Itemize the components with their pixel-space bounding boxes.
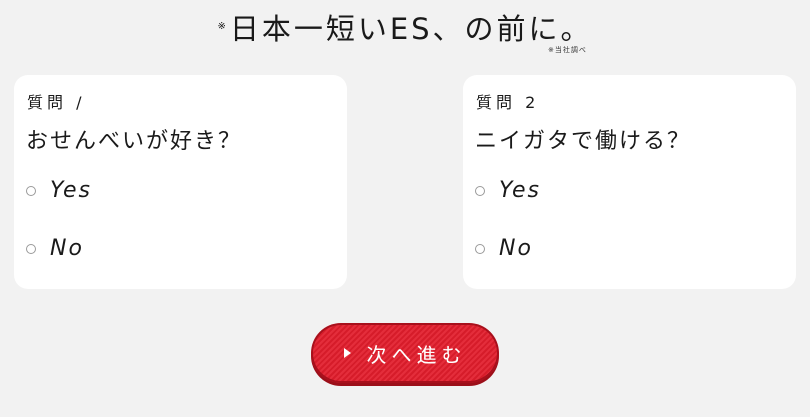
question-card-2: 質問 2 ニイガタで働ける？ Yes No	[463, 75, 796, 289]
play-triangle-icon	[343, 348, 351, 358]
question-text: おせんべいが好き？	[26, 129, 243, 154]
answer-option-no[interactable]: No	[26, 236, 84, 261]
question-label: 質問 2	[476, 93, 540, 112]
radio-button[interactable]	[26, 243, 36, 254]
option-label: Yes	[50, 178, 93, 203]
answer-option-yes[interactable]: Yes	[26, 178, 92, 203]
answer-option-yes[interactable]: Yes	[475, 178, 541, 203]
question-label: 質問 /	[27, 93, 86, 112]
radio-button[interactable]	[26, 185, 36, 196]
page-title: 日本一短いES、の前に。	[229, 12, 593, 46]
answer-option-no[interactable]: No	[475, 236, 533, 261]
survey-note: ※当社調べ	[548, 46, 587, 54]
question-text: ニイガタで働ける？	[475, 129, 692, 154]
option-label: No	[499, 236, 533, 261]
radio-button[interactable]	[475, 185, 485, 196]
next-button-label: 次へ進む	[366, 342, 467, 367]
page-headline: ※日本一短いES、の前に。	[0, 12, 810, 46]
option-label: No	[50, 236, 84, 261]
reference-mark: ※	[217, 21, 229, 32]
next-button[interactable]: 次へ進む	[311, 323, 499, 383]
option-label: Yes	[499, 178, 542, 203]
question-card-1: 質問 / おせんべいが好き？ Yes No	[14, 75, 347, 289]
radio-button[interactable]	[475, 243, 485, 254]
